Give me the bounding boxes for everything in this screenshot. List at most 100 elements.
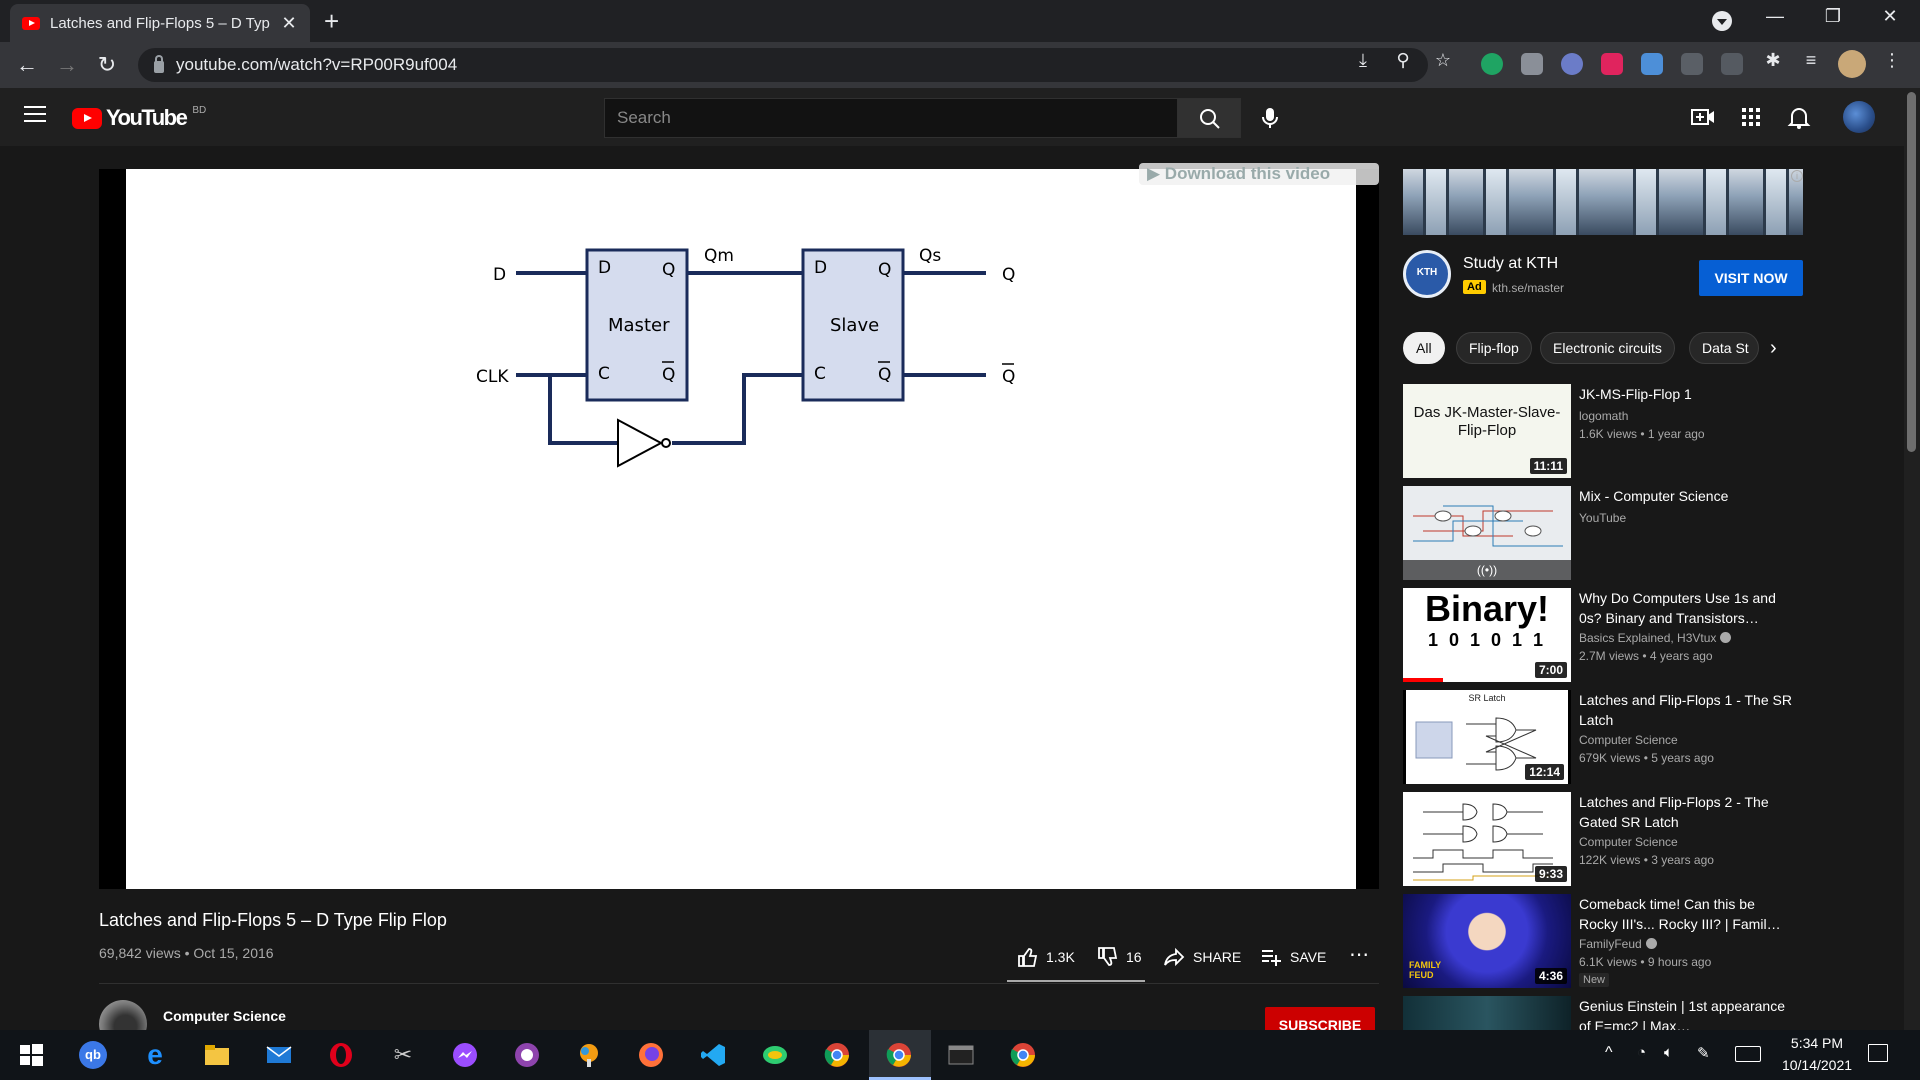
keyboard-icon[interactable] xyxy=(1735,1046,1761,1062)
dislike-button[interactable]: 16 xyxy=(1096,946,1142,968)
wifi-icon[interactable]: ◔ xyxy=(1637,1044,1646,1061)
youtube-logo[interactable]: YouTube BD xyxy=(72,105,206,131)
chevron-up-icon[interactable]: ^ xyxy=(1605,1044,1613,1062)
profile-avatar[interactable] xyxy=(1838,50,1866,78)
extension-icon[interactable] xyxy=(1561,53,1583,75)
grammarly-extension-icon[interactable] xyxy=(1481,53,1503,75)
like-button[interactable]: 1.3K xyxy=(1016,946,1075,968)
github-icon[interactable] xyxy=(513,1041,541,1069)
video-thumbnail[interactable]: Das JK-Master-Slave-Flip-Flop 11:11 xyxy=(1403,384,1571,478)
channel-name[interactable]: Computer Science xyxy=(163,1008,286,1024)
recommendation-item[interactable]: SR Latch 12:14 Latches and Flip-Flops 1 … xyxy=(1403,690,1803,786)
restore-icon[interactable]: ❐ xyxy=(1813,6,1853,27)
app-icon[interactable] xyxy=(575,1041,603,1069)
download-extension-icon[interactable] xyxy=(1641,53,1663,75)
voice-search-button[interactable] xyxy=(1254,102,1286,134)
scrollbar-thumb[interactable] xyxy=(1907,92,1916,452)
recommendation-channel[interactable]: Computer Science xyxy=(1579,835,1678,849)
chrome-active-icon[interactable] xyxy=(885,1041,913,1069)
pen-extension-icon[interactable] xyxy=(1721,53,1743,75)
reading-list-icon[interactable]: ≡ xyxy=(1799,50,1823,71)
new-tab-button[interactable]: + xyxy=(324,8,339,34)
windows-start-icon[interactable] xyxy=(17,1041,45,1069)
notification-center-icon[interactable] xyxy=(1868,1044,1888,1062)
minimize-icon[interactable]: — xyxy=(1755,6,1795,27)
extension-icon[interactable] xyxy=(1681,53,1703,75)
chip-flip-flop[interactable]: Flip-flop xyxy=(1456,332,1532,364)
recommendation-channel[interactable]: logomath xyxy=(1579,409,1628,423)
volume-icon[interactable]: 🔈︎ xyxy=(1664,1044,1673,1061)
recommendation-title[interactable]: Latches and Flip-Flops 2 - The Gated SR … xyxy=(1579,792,1793,832)
zoom-icon[interactable]: ⚲ xyxy=(1391,50,1415,71)
terminal-icon[interactable] xyxy=(947,1041,975,1069)
recommendation-channel[interactable]: FamilyFeud xyxy=(1579,937,1657,951)
opera-icon[interactable] xyxy=(327,1041,355,1069)
ad-title[interactable]: Study at KTH xyxy=(1463,255,1558,273)
pocket-extension-icon[interactable] xyxy=(1601,53,1623,75)
tab-search-icon[interactable] xyxy=(1712,11,1732,31)
install-app-icon[interactable]: ⤓ xyxy=(1351,50,1375,71)
ad-banner-image[interactable] xyxy=(1403,169,1803,235)
recommendation-item[interactable]: Genius Einstein | 1st appearance of E=mc… xyxy=(1403,996,1803,1030)
recommendation-item[interactable]: Binary! 1 0 1 0 1 1 7:00 Why Do Computer… xyxy=(1403,588,1803,684)
recommendation-channel[interactable]: Computer Science xyxy=(1579,733,1678,747)
clock-date[interactable]: 10/14/2021 xyxy=(1772,1057,1862,1073)
chrome-profile-icon[interactable] xyxy=(1009,1041,1037,1069)
account-avatar[interactable] xyxy=(1843,101,1875,133)
video-thumbnail[interactable]: Binary! 1 0 1 0 1 1 7:00 xyxy=(1403,588,1571,682)
pen-icon[interactable]: ✎ xyxy=(1697,1044,1710,1062)
forward-icon[interactable]: → xyxy=(52,50,82,80)
recommendation-channel[interactable]: YouTube xyxy=(1579,511,1626,525)
chrome-icon[interactable] xyxy=(823,1041,851,1069)
search-button[interactable] xyxy=(1177,98,1241,138)
firefox-icon[interactable] xyxy=(637,1041,665,1069)
address-bar[interactable]: youtube.com/watch?v=RP00R9uf004 xyxy=(138,48,1428,82)
qbittorrent-icon[interactable]: qb xyxy=(79,1041,107,1069)
video-thumbnail[interactable]: ((•)) xyxy=(1403,486,1571,580)
extensions-puzzle-icon[interactable]: ✱ xyxy=(1761,50,1785,71)
messenger-icon[interactable] xyxy=(451,1041,479,1069)
recommendation-title[interactable]: JK-MS-Flip-Flop 1 xyxy=(1579,384,1793,404)
apps-button[interactable] xyxy=(1738,104,1764,130)
notifications-button[interactable] xyxy=(1786,104,1812,130)
recommendation-title[interactable]: Why Do Computers Use 1s and 0s? Binary a… xyxy=(1579,588,1793,628)
save-button[interactable]: SAVE xyxy=(1260,946,1326,968)
recommendation-title[interactable]: Comeback time! Can this be Rocky III's..… xyxy=(1579,894,1793,934)
share-button[interactable]: SHARE xyxy=(1163,946,1241,968)
browser-tab[interactable]: Latches and Flip-Flops 5 – D Type ✕ xyxy=(10,4,310,42)
create-video-button[interactable] xyxy=(1690,104,1716,130)
edge-legacy-icon[interactable]: e xyxy=(141,1041,169,1069)
camera-extension-icon[interactable] xyxy=(1521,53,1543,75)
kth-logo[interactable] xyxy=(1403,250,1451,298)
download-video-banner[interactable]: ▶ Download this video xyxy=(1139,163,1379,185)
back-icon[interactable]: ← xyxy=(12,50,42,80)
video-thumbnail[interactable]: SR Latch 12:14 xyxy=(1403,690,1571,784)
recommendation-title[interactable]: Mix - Computer Science xyxy=(1579,486,1793,506)
close-window-icon[interactable]: ✕ xyxy=(1870,6,1910,27)
browser-menu-icon[interactable]: ⋮ xyxy=(1880,50,1904,71)
recommendation-item[interactable]: 9:33 Latches and Flip-Flops 2 - The Gate… xyxy=(1403,792,1803,888)
menu-icon[interactable] xyxy=(24,106,46,124)
video-thumbnail[interactable]: FAMILY FEUD 4:36 xyxy=(1403,894,1571,988)
ad-info-icon[interactable]: i xyxy=(1791,170,1803,182)
app-icon[interactable] xyxy=(761,1041,789,1069)
more-actions-icon[interactable]: ⋯ xyxy=(1349,942,1369,967)
clock-time[interactable]: 5:34 PM xyxy=(1772,1035,1862,1051)
video-frame[interactable]: D CLK Qm Qs Q Q D Q C Q Master D Q C Q S… xyxy=(126,169,1356,889)
chip-electronic-circuits[interactable]: Electronic circuits xyxy=(1540,332,1675,364)
close-tab-icon[interactable]: ✕ xyxy=(280,13,298,34)
mail-icon[interactable] xyxy=(265,1041,293,1069)
reload-icon[interactable]: ↻ xyxy=(92,50,122,80)
recommendation-item[interactable]: ((•)) Mix - Computer Science YouTube xyxy=(1403,486,1803,582)
vscode-icon[interactable] xyxy=(699,1041,727,1069)
recommendation-channel[interactable]: Basics Explained, H3Vtux xyxy=(1579,631,1732,645)
chip-all[interactable]: All xyxy=(1403,332,1445,364)
file-explorer-icon[interactable] xyxy=(203,1041,231,1069)
search-input[interactable]: Search xyxy=(604,98,1178,138)
bookmark-star-icon[interactable]: ☆ xyxy=(1431,50,1455,71)
chip-data-structures[interactable]: Data St xyxy=(1689,332,1759,364)
recommendation-item[interactable]: FAMILY FEUD 4:36 Comeback time! Can this … xyxy=(1403,894,1803,990)
snipping-tool-icon[interactable]: ✂ xyxy=(389,1041,417,1069)
video-thumbnail[interactable]: 9:33 xyxy=(1403,792,1571,886)
recommendation-title[interactable]: Latches and Flip-Flops 1 - The SR Latch xyxy=(1579,690,1793,730)
